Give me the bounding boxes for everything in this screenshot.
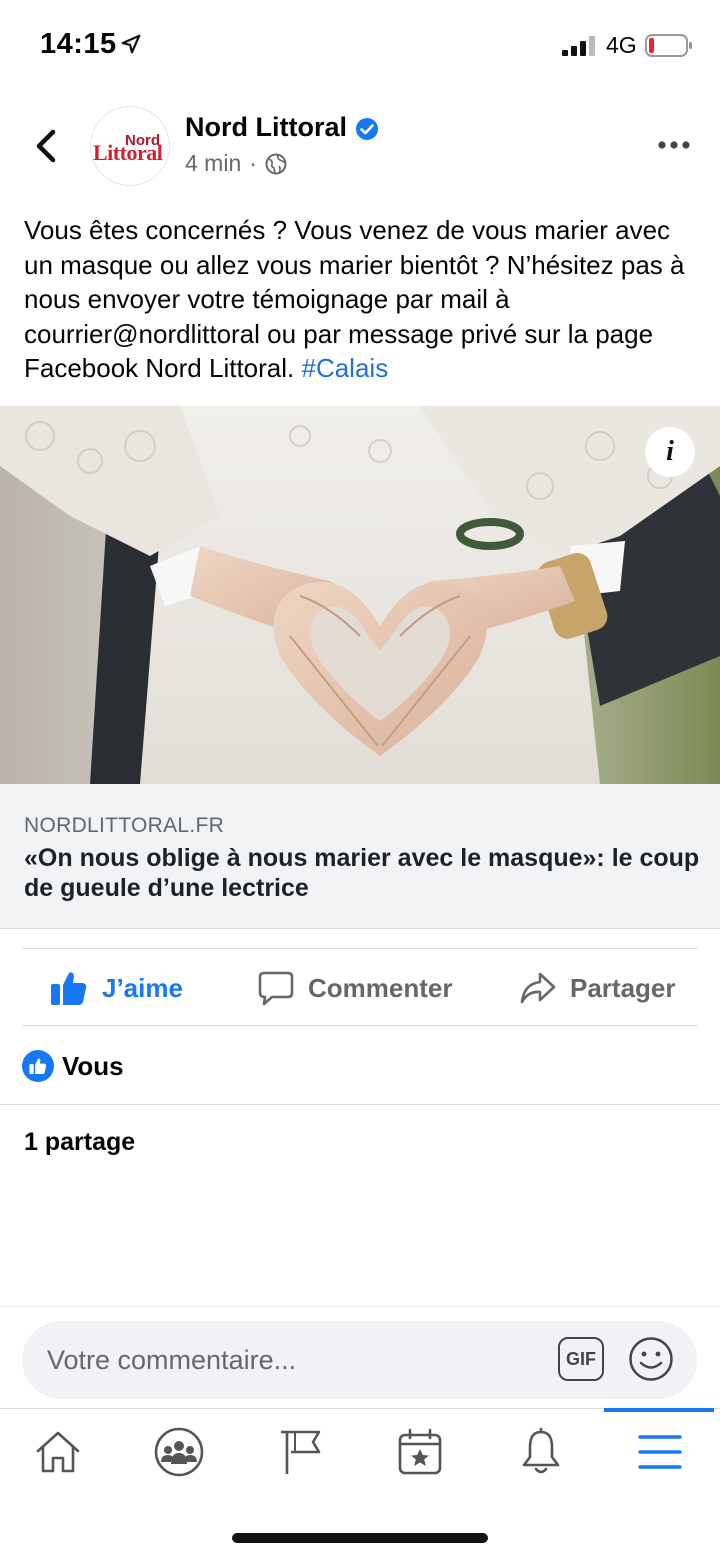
tab-notifications[interactable] xyxy=(513,1424,569,1480)
meta-separator: · xyxy=(249,150,257,176)
divider xyxy=(0,1104,720,1105)
signal-strength-icon xyxy=(562,36,595,56)
avatar-logo-line2: Littoral xyxy=(93,140,163,165)
link-title[interactable]: «On nous oblige à nous marier avec le ma… xyxy=(24,843,704,903)
reactions-summary[interactable]: Vous xyxy=(22,1048,124,1084)
wedding-photo xyxy=(0,406,720,784)
battery-low-icon xyxy=(645,34,692,57)
page-avatar[interactable]: Nord Littoral xyxy=(90,106,170,186)
gif-button[interactable]: GIF xyxy=(558,1337,604,1381)
like-label: J’aime xyxy=(102,972,183,1003)
menu-icon xyxy=(638,1435,682,1469)
tab-events[interactable] xyxy=(392,1424,448,1480)
home-icon xyxy=(36,1431,80,1473)
like-button[interactable]: J’aime xyxy=(50,962,183,1014)
share-arrow-icon xyxy=(520,972,556,1004)
status-time: 14:15 xyxy=(40,28,117,60)
share-label: Partager xyxy=(570,972,676,1003)
notifications-bell-icon xyxy=(522,1427,560,1474)
emoji-icon[interactable] xyxy=(628,1336,674,1382)
page-name[interactable]: Nord Littoral xyxy=(185,112,347,143)
status-bar: 14:15 4G xyxy=(0,0,720,92)
post-meta: 4 min · xyxy=(185,150,287,177)
reaction-label: Vous xyxy=(62,1050,124,1081)
chevron-left-icon xyxy=(36,129,56,163)
post-time[interactable]: 4 min xyxy=(185,150,241,177)
tab-groups[interactable] xyxy=(151,1424,207,1480)
comment-bubble-icon xyxy=(258,971,294,1006)
home-indicator[interactable] xyxy=(232,1533,488,1543)
verified-badge-icon xyxy=(356,118,378,140)
divider xyxy=(22,1025,698,1026)
globe-icon xyxy=(265,153,287,174)
share-button[interactable]: Partager xyxy=(520,962,676,1014)
tab-menu[interactable] xyxy=(632,1424,688,1480)
post-image[interactable] xyxy=(0,406,720,784)
groups-icon xyxy=(154,1427,204,1477)
image-info-button[interactable]: i xyxy=(645,427,695,477)
hashtag-link[interactable]: #Calais xyxy=(301,353,388,383)
post-text: Vous êtes concernés ? Vous venez de vous… xyxy=(24,213,700,386)
pages-flag-icon xyxy=(281,1430,321,1474)
tab-home[interactable] xyxy=(30,1424,86,1480)
network-type: 4G xyxy=(606,32,637,58)
comment-label: Commenter xyxy=(308,972,453,1003)
back-button[interactable] xyxy=(26,122,66,170)
like-reaction-icon xyxy=(22,1050,54,1082)
link-domain: NORDLITTORAL.FR xyxy=(24,814,225,837)
thumbs-up-filled-icon xyxy=(51,972,87,1005)
active-tab-indicator xyxy=(604,1408,714,1412)
events-icon xyxy=(398,1428,442,1475)
more-options-icon[interactable] xyxy=(654,130,694,160)
comment-button[interactable]: Commenter xyxy=(258,962,452,1014)
tab-pages[interactable] xyxy=(272,1424,328,1480)
divider xyxy=(22,948,698,949)
location-arrow-icon xyxy=(121,34,141,54)
shares-count[interactable]: 1 partage xyxy=(24,1128,135,1157)
